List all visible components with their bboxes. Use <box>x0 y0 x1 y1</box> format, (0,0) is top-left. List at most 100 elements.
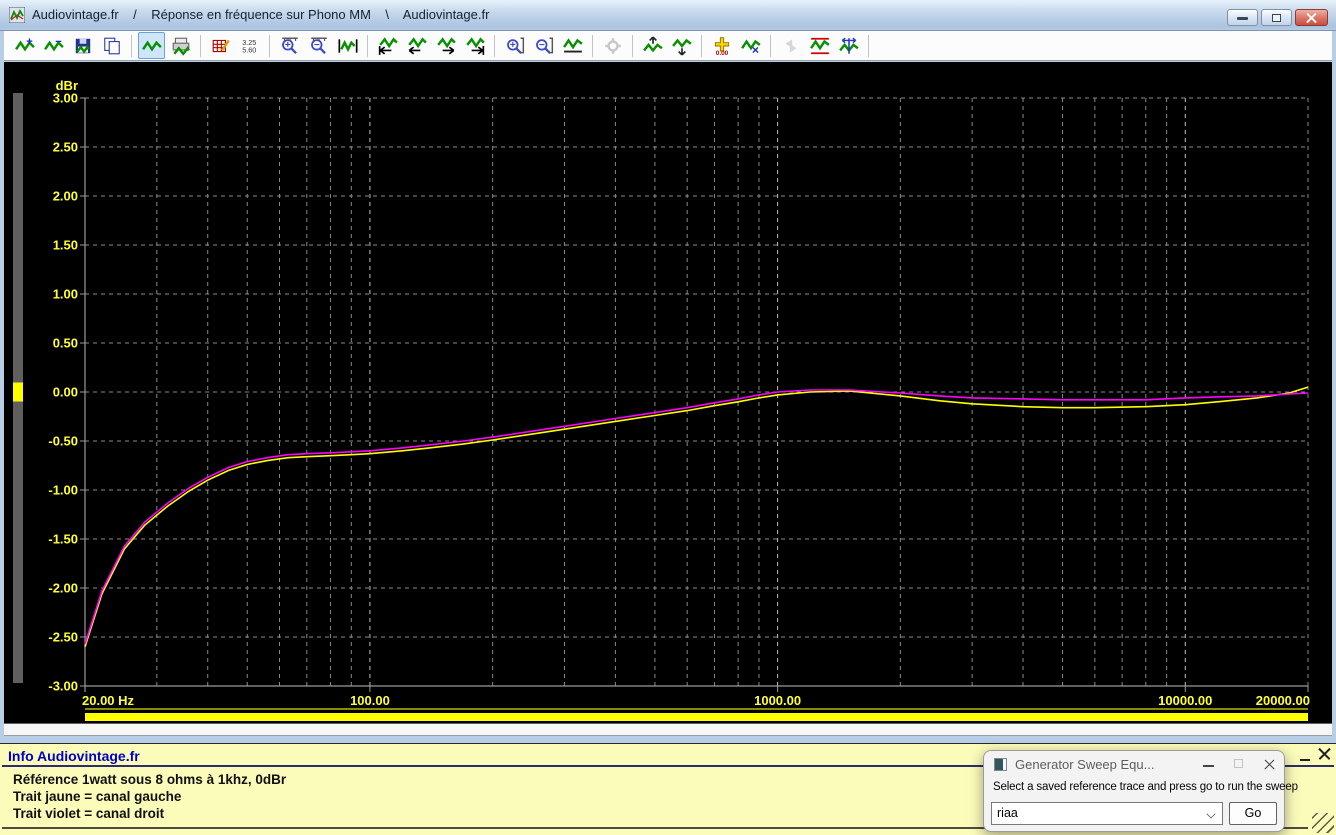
frequency-response-chart[interactable]: dBr 3.00 2.50 2.00 1.50 1.00 0.50 0.00 -0.50 -1.0… <box>4 62 1332 723</box>
wave-icon <box>141 39 162 52</box>
wave-up-icon <box>642 36 663 52</box>
wave-arrow-right-icon <box>436 36 456 54</box>
clear-reference-button[interactable]: × <box>737 32 764 59</box>
set-zero-reference-button[interactable]: 0.00 <box>708 32 735 59</box>
minimize-icon <box>1237 17 1248 20</box>
y-tick-label: 0.00 <box>53 385 78 400</box>
arrows-gray-icon <box>784 38 797 53</box>
sweep-progress-bar <box>85 713 1308 721</box>
wave-arrow-left-end-icon <box>378 36 398 55</box>
toolbar-separator <box>494 34 495 57</box>
wave-arrow-left-icon <box>407 36 427 54</box>
y-tick-label: -1.00 <box>48 483 78 498</box>
y-tick-label: 1.00 <box>53 287 78 302</box>
settings-button <box>599 32 626 59</box>
wave-x-icon: × <box>740 38 761 56</box>
zoom-x-in-button[interactable]: + <box>276 32 303 59</box>
y-tick-label: 2.50 <box>53 140 78 155</box>
dialog-close-button[interactable] <box>1254 753 1284 775</box>
print-curve-button[interactable] <box>167 32 194 59</box>
x-tick-label: 20.00 Hz <box>82 693 135 708</box>
toolbar-separator <box>770 34 771 57</box>
svg-text:0.00: 0.00 <box>715 50 728 56</box>
status-bar <box>4 723 1332 736</box>
y-tick-label: 2.00 <box>53 189 78 204</box>
go-button[interactable]: Go <box>1229 802 1277 825</box>
svg-text:5.60: 5.60 <box>242 45 256 54</box>
zoom-y-out-button[interactable]: − <box>530 32 557 59</box>
wave-redlines-icon <box>809 37 830 54</box>
reference-trace-combobox[interactable]: riaa <box>991 802 1223 825</box>
scroll-right-end-button[interactable] <box>461 32 488 59</box>
toolbar-separator <box>200 34 201 57</box>
shift-curve-up-button[interactable] <box>639 32 666 59</box>
value-list-button[interactable]: 3.25 5.60 <box>236 32 263 59</box>
app-window: { "window": { "title": "Audiovintage.fr … <box>0 0 1336 835</box>
x-tick-label: 1000.00 <box>754 693 801 708</box>
level-meter-marker <box>13 382 23 402</box>
svg-text:+: + <box>284 40 290 51</box>
y-tick-label: 3.00 <box>53 91 78 106</box>
resize-grip[interactable] <box>1312 813 1334 833</box>
numbers-icon: 3.255.60 <box>242 37 256 54</box>
swap-curves-button <box>777 32 804 59</box>
toolbar-separator <box>131 34 132 57</box>
svg-text:−: − <box>55 36 62 48</box>
toolbar-separator <box>367 34 368 57</box>
info-line: Référence 1watt sous 8 ohms à 1khz, 0dBr <box>13 772 287 787</box>
info-close-icon[interactable] <box>1317 746 1332 761</box>
chart-canvas: dBr3.002.502.001.501.000.500.00-0.50-1.0… <box>13 78 1310 721</box>
toolbar: + − 3.25 5.60 + − + − 0.00 × <box>4 31 1332 61</box>
x-tick-label: 20000.00 <box>1256 693 1310 708</box>
limit-lines-button[interactable] <box>806 32 833 59</box>
wave-underline-icon <box>562 37 583 52</box>
maximize-button[interactable] <box>1261 9 1292 26</box>
window-frame-right <box>1332 31 1336 743</box>
floppy-wave-icon <box>75 38 90 54</box>
toolbar-separator <box>269 34 270 57</box>
close-button[interactable] <box>1295 9 1328 26</box>
zoom-y-in-button[interactable]: + <box>501 32 528 59</box>
svg-text:−: − <box>313 40 319 51</box>
minimize-icon <box>1203 765 1214 767</box>
copy-curve-button[interactable] <box>98 32 125 59</box>
sweep-progress-edge <box>85 708 1308 710</box>
fit-x-button[interactable] <box>334 32 361 59</box>
scroll-left-end-button[interactable] <box>374 32 401 59</box>
dialog-icon <box>994 757 1007 771</box>
y-tick-label: -3.00 <box>48 679 78 694</box>
remove-curve-button[interactable]: − <box>40 32 67 59</box>
svg-text:+: + <box>509 40 515 51</box>
x-tick-label: 10000.00 <box>1158 693 1212 708</box>
app-icon <box>9 7 25 23</box>
x-tick-label: 100.00 <box>350 693 390 708</box>
cursor-measure-button[interactable] <box>835 32 862 59</box>
edit-table-button[interactable] <box>207 32 234 59</box>
chevron-down-icon <box>1207 810 1216 819</box>
minimize-button[interactable] <box>1227 9 1258 26</box>
table-edit-icon <box>212 39 230 52</box>
svg-text:+: + <box>26 36 33 48</box>
info-panel-title: Info Audiovintage.fr <box>8 748 140 764</box>
title-bar: Audiovintage.fr / Réponse en fréquence s… <box>0 0 1336 31</box>
show-curves-button[interactable] <box>138 32 165 59</box>
shift-curve-down-button[interactable] <box>668 32 695 59</box>
add-curve-button[interactable]: + <box>11 32 38 59</box>
info-line: Trait jaune = canal gauche <box>13 789 182 804</box>
magnifier-minus-x-icon: − <box>310 37 327 54</box>
save-curve-button[interactable] <box>69 32 96 59</box>
toolbar-separator <box>868 34 869 57</box>
window-title: Audiovintage.fr / Réponse en fréquence s… <box>32 7 490 22</box>
dialog-title-bar[interactable]: Generator Sweep Equ... <box>984 751 1284 777</box>
printer-wave-icon <box>172 37 190 56</box>
fit-y-button[interactable] <box>559 32 586 59</box>
info-line: Trait violet = canal droit <box>13 806 165 821</box>
dialog-minimize-button[interactable] <box>1194 753 1224 775</box>
scroll-right-button[interactable] <box>432 32 459 59</box>
zoom-x-out-button[interactable]: − <box>305 32 332 59</box>
wave-plus-icon: + <box>14 36 35 52</box>
wave-arrow-right-end-icon <box>465 36 485 55</box>
info-minimize-icon[interactable] <box>1300 759 1310 761</box>
scroll-left-button[interactable] <box>403 32 430 59</box>
wave-cursor-icon <box>838 37 859 54</box>
